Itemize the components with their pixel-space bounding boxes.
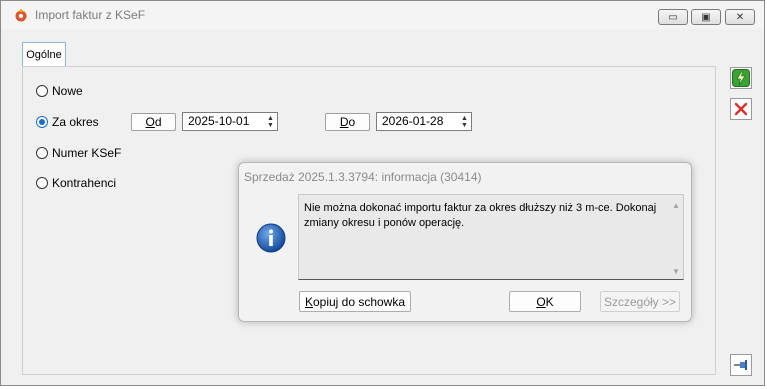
radio-za-okres[interactable] bbox=[36, 116, 48, 128]
pin-icon bbox=[734, 360, 747, 370]
to-button-accel: D bbox=[339, 115, 349, 129]
window-title: Import faktur z KSeF bbox=[35, 8, 146, 22]
from-button[interactable]: Od bbox=[131, 113, 176, 131]
scroll-down-icon[interactable]: ▼ bbox=[672, 267, 680, 276]
from-button-label: d bbox=[154, 115, 162, 129]
info-dialog: Sprzedaż 2025.1.3.3794: informacja (3041… bbox=[238, 162, 692, 322]
option-nowe[interactable]: Nowe bbox=[36, 84, 83, 98]
from-date-field[interactable]: 2025-10-01 ▲ ▼ bbox=[182, 112, 278, 131]
to-date-value: 2026-01-28 bbox=[382, 114, 444, 128]
spin-down-icon[interactable]: ▼ bbox=[461, 122, 468, 129]
ok-button-label: K bbox=[545, 294, 554, 309]
to-date-spinner[interactable]: ▲ ▼ bbox=[460, 114, 469, 129]
close-button[interactable]: ✕ bbox=[725, 9, 755, 25]
from-date-value: 2025-10-01 bbox=[188, 114, 250, 128]
pin-button[interactable] bbox=[730, 354, 752, 376]
option-za-okres[interactable]: Za okres bbox=[36, 115, 99, 129]
ok-button[interactable]: OK bbox=[509, 291, 581, 312]
spin-up-icon[interactable]: ▲ bbox=[461, 115, 468, 122]
to-button[interactable]: Do bbox=[325, 113, 370, 131]
radio-kontrahenci[interactable] bbox=[36, 177, 48, 189]
spin-down-icon[interactable]: ▼ bbox=[267, 122, 274, 129]
ok-button-accel: O bbox=[536, 294, 546, 309]
title-bar[interactable]: Import faktur z KSeF ▭ ▣ ✕ bbox=[1, 1, 764, 29]
radio-nowe[interactable] bbox=[36, 85, 48, 97]
minimize-button[interactable]: ▭ bbox=[658, 9, 688, 25]
details-button-label: Szczegóły >> bbox=[603, 294, 677, 309]
details-button[interactable]: Szczegóły >> bbox=[600, 291, 680, 312]
spin-up-icon[interactable]: ▲ bbox=[267, 115, 274, 122]
tab-ogolne[interactable]: Ogólne bbox=[22, 42, 66, 67]
to-date-field[interactable]: 2026-01-28 ▲ ▼ bbox=[376, 112, 472, 131]
option-kontrahenci[interactable]: Kontrahenci bbox=[36, 176, 116, 190]
dialog-title: Sprzedaż 2025.1.3.3794: informacja (3041… bbox=[244, 170, 482, 184]
message-text: Nie można dokonać importu faktur za okre… bbox=[304, 202, 657, 229]
run-import-button[interactable] bbox=[730, 67, 752, 89]
red-x-icon bbox=[734, 102, 748, 116]
option-nowe-label: Nowe bbox=[52, 84, 83, 98]
copy-button-label: opiuj do schowka bbox=[312, 294, 406, 309]
app-icon bbox=[15, 9, 27, 22]
option-kontrahenci-label: Kontrahenci bbox=[52, 176, 117, 190]
minimize-icon: ▭ bbox=[668, 11, 678, 23]
information-icon bbox=[256, 223, 286, 253]
tab-label: Ogólne bbox=[26, 49, 62, 61]
from-date-spinner[interactable]: ▲ ▼ bbox=[266, 114, 275, 129]
to-button-label: o bbox=[348, 115, 356, 129]
message-scrollbar[interactable]: ▲ ▼ bbox=[671, 201, 681, 276]
close-icon: ✕ bbox=[735, 11, 745, 23]
message-box: Nie można dokonać importu faktur za okre… bbox=[298, 194, 684, 280]
option-numer-ksef-label: Numer KSeF bbox=[52, 146, 122, 160]
option-za-okres-label: Za okres bbox=[52, 115, 99, 129]
lightning-icon bbox=[732, 69, 750, 87]
option-numer-ksef[interactable]: Numer KSeF bbox=[36, 146, 121, 160]
copy-to-clipboard-button[interactable]: Kopiuj do schowka bbox=[299, 291, 411, 312]
radio-numer-ksef[interactable] bbox=[36, 147, 48, 159]
from-button-accel: O bbox=[145, 115, 155, 129]
cancel-button[interactable] bbox=[730, 98, 752, 120]
scroll-up-icon[interactable]: ▲ bbox=[672, 201, 680, 210]
copy-button-accel: K bbox=[304, 294, 313, 309]
restore-icon: ▣ bbox=[701, 11, 711, 23]
restore-button[interactable]: ▣ bbox=[691, 9, 721, 25]
